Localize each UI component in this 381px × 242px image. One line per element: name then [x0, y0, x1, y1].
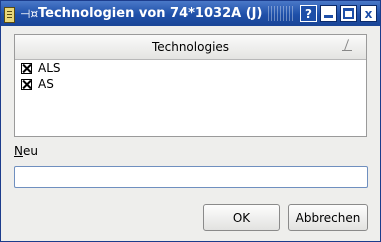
document-icon[interactable]: [4, 6, 16, 23]
new-technology-input[interactable]: [14, 166, 368, 188]
help-icon: ?: [305, 6, 312, 21]
minimize-icon: [324, 15, 333, 18]
new-field-label-mnemonic: N: [14, 144, 23, 158]
new-field-label: Neu: [14, 144, 38, 158]
close-icon: x: [364, 6, 373, 21]
title-bar[interactable]: ⊣¤ Technologien von 74*1032A (J) ? x: [1, 1, 380, 26]
technologies-list[interactable]: Technologies ALS AS: [14, 34, 367, 137]
cancel-button[interactable]: Abbrechen: [288, 204, 368, 231]
list-item-label: AS: [38, 77, 54, 91]
maximize-button[interactable]: [340, 5, 357, 22]
new-field-label-rest: eu: [22, 144, 38, 158]
minimize-button[interactable]: [320, 5, 337, 22]
title-bar-drag-area[interactable]: [268, 6, 294, 21]
pin-icon[interactable]: ⊣¤: [20, 7, 38, 21]
column-header-label: Technologies: [151, 40, 230, 54]
sort-indicator-icon: [342, 39, 352, 51]
checkbox[interactable]: [21, 78, 32, 90]
maximize-icon: [343, 8, 354, 19]
list-column-header[interactable]: Technologies: [15, 35, 366, 60]
list-item-label: ALS: [38, 61, 61, 75]
checkbox[interactable]: [21, 62, 32, 74]
help-button[interactable]: ?: [300, 5, 317, 22]
close-button[interactable]: x: [360, 5, 377, 22]
window-title: Technologien von 74*1032A (J): [38, 6, 263, 21]
list-item[interactable]: ALS: [15, 60, 366, 76]
list-item[interactable]: AS: [15, 76, 366, 92]
ok-button[interactable]: OK: [203, 204, 280, 231]
dialog-window: ⊣¤ Technologien von 74*1032A (J) ? x Tec…: [0, 0, 381, 242]
